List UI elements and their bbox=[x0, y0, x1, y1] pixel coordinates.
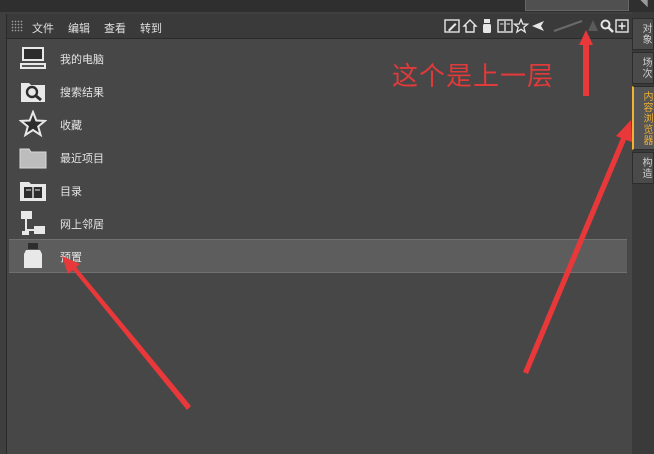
book-folder-icon bbox=[19, 176, 47, 204]
menu-file[interactable]: 文件 bbox=[32, 20, 54, 36]
computer-icon bbox=[19, 44, 47, 72]
panel-grip-icon[interactable] bbox=[11, 20, 23, 32]
folder-icon bbox=[19, 143, 47, 171]
top-strip: ◥ bbox=[0, 0, 654, 12]
tab-content-browser[interactable]: 内容浏览器 bbox=[632, 86, 654, 150]
list-item-label: 目录 bbox=[60, 185, 82, 198]
forward-arrow-icon bbox=[552, 18, 588, 34]
menu-edit[interactable]: 编辑 bbox=[68, 20, 90, 36]
tab-objects[interactable]: 对象 bbox=[632, 18, 654, 50]
star-icon bbox=[19, 110, 47, 138]
plus-box-icon[interactable] bbox=[614, 18, 630, 34]
list-item-label: 我的电脑 bbox=[60, 53, 104, 66]
corner-arrow-icon[interactable]: ◥ bbox=[640, 0, 648, 9]
annotation-text: 这个是上一层 bbox=[392, 62, 555, 92]
menubar: 文件 编辑 查看 转到 bbox=[7, 14, 632, 39]
back-arrow-icon[interactable] bbox=[530, 18, 546, 34]
right-tab-column: 对象 场次 内容浏览器 构造 bbox=[632, 12, 654, 454]
star-toolbar-icon[interactable] bbox=[513, 18, 529, 34]
list-item-favorites[interactable]: 收藏 bbox=[9, 108, 627, 140]
bottle-icon bbox=[19, 242, 47, 270]
menu-goto[interactable]: 转到 bbox=[140, 20, 162, 36]
menu-view[interactable]: 查看 bbox=[104, 20, 126, 36]
tab-takes[interactable]: 场次 bbox=[632, 52, 654, 84]
list-item-label: 收藏 bbox=[60, 119, 82, 132]
list-item-network[interactable]: 网上邻居 bbox=[9, 207, 627, 239]
list-item-label: 最近项目 bbox=[60, 152, 104, 165]
mode-dropdown[interactable] bbox=[525, 0, 629, 11]
list-item-recent[interactable]: 最近项目 bbox=[9, 141, 627, 173]
list-item-label: 网上邻居 bbox=[60, 218, 104, 231]
home-icon[interactable] bbox=[462, 18, 478, 34]
list-item-presets[interactable]: 预置 bbox=[9, 239, 627, 273]
tab-structure[interactable]: 构造 bbox=[632, 152, 654, 184]
network-icon bbox=[19, 209, 47, 237]
bottle-icon[interactable] bbox=[479, 18, 495, 34]
list-item-label: 预置 bbox=[60, 251, 82, 264]
list-item-label: 搜索结果 bbox=[60, 86, 104, 99]
pencil-icon[interactable] bbox=[444, 18, 460, 34]
search-icon[interactable] bbox=[599, 18, 615, 34]
book-icon[interactable] bbox=[497, 18, 513, 34]
search-folder-icon bbox=[19, 77, 47, 105]
list-item-catalog[interactable]: 目录 bbox=[9, 174, 627, 206]
